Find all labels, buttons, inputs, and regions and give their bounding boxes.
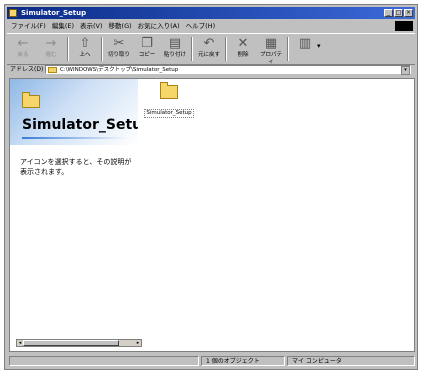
maximize-button[interactable]: □: [394, 9, 403, 17]
delete-icon: ✕: [237, 36, 249, 51]
folder-icon: [48, 67, 57, 73]
up-folder-icon: ⇧: [79, 36, 91, 51]
views-icon: ▥: [298, 36, 312, 51]
title-bar[interactable]: Simulator_Setup _ □ ×: [7, 7, 415, 19]
menu-favorites[interactable]: お気に入り(A): [138, 20, 180, 32]
up-button[interactable]: ⇧ 上へ: [73, 36, 97, 62]
menu-help[interactable]: ヘルプ(H): [186, 20, 215, 32]
panel-banner: [10, 79, 138, 145]
toolbar: ← 戻る → 進む ⇧ 上へ ✂ 切り取り ❐ コピー ▤ 貼り付け ↶ 元に戻…: [7, 33, 415, 65]
paste-button[interactable]: ▤ 貼り付け: [163, 36, 187, 62]
back-arrow-icon: ←: [17, 36, 29, 51]
explorer-window: Simulator_Setup _ □ × ファイル(F) 編集(E) 表示(V…: [4, 4, 418, 370]
address-value: C:\WINDOWS\デスクトップ\Simulator_Setup: [60, 67, 179, 73]
undo-button[interactable]: ↶ 元に戻す: [197, 36, 221, 62]
address-bar: アドレス(D) C:\WINDOWS\デスクトップ\Simulator_Setu…: [7, 64, 415, 76]
views-dropdown-icon[interactable]: ▾: [317, 42, 321, 50]
menu-edit[interactable]: 編集(E): [52, 20, 74, 32]
forward-button[interactable]: → 進む: [39, 36, 63, 62]
copy-button[interactable]: ❐ コピー: [135, 36, 159, 62]
views-button[interactable]: ▥: [293, 36, 317, 62]
chevron-down-icon[interactable]: ▾: [401, 66, 410, 75]
scroll-thumb[interactable]: [23, 340, 119, 346]
menu-view[interactable]: 表示(V): [80, 20, 103, 32]
minimize-button[interactable]: _: [384, 9, 393, 17]
cut-icon: ✂: [113, 36, 125, 51]
horizontal-scrollbar[interactable]: ◂ ▸: [16, 339, 142, 347]
forward-arrow-icon: →: [45, 36, 57, 51]
address-label: アドレス(D): [10, 66, 44, 73]
toolbar-separator: [101, 37, 103, 61]
folder-icon: [9, 9, 17, 17]
panel-description: アイコンを選択すると、その説明が表示されます。: [20, 158, 132, 176]
toolbar-separator: [191, 37, 193, 61]
properties-button[interactable]: ▦ プロパティ: [259, 36, 283, 65]
folder-view: Simulator_Setup アイコンを選択すると、その説明が表示されます。 …: [9, 78, 415, 352]
menu-file[interactable]: ファイル(F): [11, 20, 46, 32]
status-location: マイ コンピュータ: [287, 356, 415, 366]
folder-icon: [160, 82, 178, 99]
window-controls: _ □ ×: [384, 9, 413, 17]
folder-item[interactable]: Simulator_Setup: [142, 82, 196, 118]
web-view-panel: Simulator_Setup アイコンを選択すると、その説明が表示されます。: [10, 79, 138, 351]
folder-icon: [22, 92, 40, 108]
windows-logo: [395, 21, 413, 31]
paste-icon: ▤: [168, 36, 182, 51]
scroll-right-icon[interactable]: ▸: [135, 340, 141, 346]
folder-item-label: Simulator_Setup: [144, 109, 194, 118]
toolbar-separator: [67, 37, 69, 61]
back-button[interactable]: ← 戻る: [11, 36, 35, 62]
copy-icon: ❐: [141, 36, 153, 51]
panel-title: Simulator_Setup: [22, 117, 138, 133]
menu-go[interactable]: 移動(G): [109, 20, 132, 32]
delete-button[interactable]: ✕ 削除: [231, 36, 255, 62]
properties-icon: ▦: [264, 36, 278, 51]
cut-button[interactable]: ✂ 切り取り: [107, 36, 131, 62]
status-bar: 1 個のオブジェクト マイ コンピュータ: [7, 355, 415, 367]
address-field[interactable]: C:\WINDOWS\デスクトップ\Simulator_Setup ▾: [45, 65, 411, 75]
toolbar-separator: [225, 37, 227, 61]
undo-icon: ↶: [203, 36, 215, 51]
toolbar-separator: [287, 37, 289, 61]
window-title: Simulator_Setup: [21, 9, 87, 17]
divider: [22, 137, 132, 139]
status-main: [9, 356, 199, 366]
close-button[interactable]: ×: [404, 9, 413, 17]
status-count: 1 個のオブジェクト: [201, 356, 285, 366]
menu-bar: ファイル(F) 編集(E) 表示(V) 移動(G) お気に入り(A) ヘルプ(H…: [7, 20, 415, 32]
